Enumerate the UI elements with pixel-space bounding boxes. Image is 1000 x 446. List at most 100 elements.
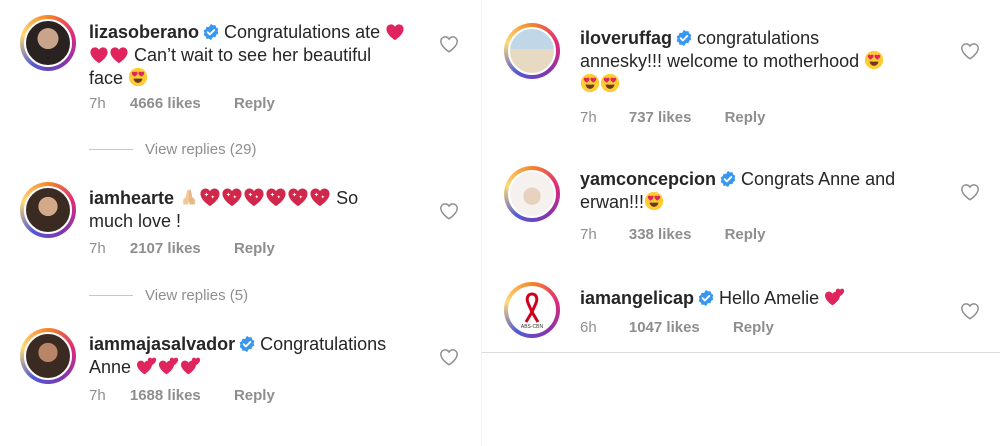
sparkling-heart-emoji [221,187,243,207]
comment-meta: 7h 1688 likes Reply [89,387,275,404]
comment-time: 7h [580,109,597,126]
comment-body-line1: Congrats Anne and [741,169,896,189]
comment-likes[interactable]: 737 likes [629,109,692,126]
heart-eyes-emoji [864,50,884,70]
comment-body-line2: annesky!!! welcome to motherhood [580,51,860,71]
comment-text: lizasoberano Congratulations ate Can’t wa… [89,21,419,90]
sparkling-heart-emoji [309,187,331,207]
left-comment-column: lizasoberano Congratulations ate Can’t wa… [0,0,480,446]
comment-text: iamhearte So much love ! [89,187,419,233]
heart-eyes-emoji [600,73,620,93]
comment-username[interactable]: yamconcepcion [580,169,716,189]
reply-button[interactable]: Reply [733,319,774,336]
comment-item: iloveruffag congratulations annesky!!! we… [484,0,1000,150]
comment-body-line2: much love ! [89,211,182,231]
comment-username[interactable]: iamhearte [89,188,174,208]
comment-time: 7h [580,226,597,243]
reply-button[interactable]: Reply [234,387,275,404]
comment-meta: 7h 4666 likes Reply [89,95,275,112]
comment-text: iamangelicap Hello Amelie [580,287,940,310]
heart-eyes-emoji [580,73,600,93]
comment-item: ABS-CBN iamangelicap Hello Amelie 6h 1047… [484,270,1000,352]
comment-meta: 7h 2107 likes Reply [89,240,275,257]
reply-button[interactable]: Reply [234,95,275,112]
comment-body-line1: congratulations [697,28,820,48]
sparkling-heart-emoji [265,187,287,207]
avatar[interactable]: ABS-CBN [504,282,560,338]
comment-item: lizasoberano Congratulations ate Can’t wa… [0,0,480,170]
red-heart-emoji [89,46,109,64]
like-heart-outline-icon[interactable] [439,202,459,220]
two-hearts-emoji [824,287,846,307]
red-heart-emoji [109,46,129,64]
comment-meta: 6h 1047 likes Reply [580,319,774,336]
comment-body-line2: Can’t wait to see her beautiful [134,45,372,65]
avatar[interactable] [504,166,560,222]
verified-badge-icon [719,170,737,188]
sparkling-heart-emoji [287,187,309,207]
comment-username[interactable]: iammajasalvador [89,334,235,354]
comment-likes[interactable]: 1047 likes [629,319,700,336]
comment-item: iamhearte So much love ! 7h 2107 likes R… [0,170,480,310]
two-hearts-emoji [158,356,180,376]
comment-time: 7h [89,240,106,257]
avatar[interactable] [20,328,76,384]
verified-badge-icon [202,23,220,41]
comment-body-line1: Congratulations [260,334,387,354]
two-hearts-emoji [180,356,202,376]
comment-meta: 7h 338 likes Reply [580,226,765,243]
view-replies-line [89,295,133,296]
reply-button[interactable]: Reply [725,109,766,126]
verified-badge-icon [675,29,693,47]
two-hearts-emoji [136,356,158,376]
abs-cbn-logo-icon: ABS-CBN [521,292,544,330]
comment-item: yamconcepcion Congrats Anne and erwan!!! … [484,150,1000,270]
comment-username[interactable]: iloveruffag [580,28,672,48]
reply-button[interactable]: Reply [234,240,275,257]
comment-body-line1: So [336,188,359,208]
avatar-logo-text: ABS-CBN [521,324,544,330]
heart-eyes-emoji [644,191,664,211]
view-replies-line [89,149,133,150]
reply-button[interactable]: Reply [725,226,766,243]
comment-body-line1: Hello Amelie [719,288,820,308]
comment-meta: 7h 737 likes Reply [580,109,765,126]
right-comment-column: iloveruffag congratulations annesky!!! we… [484,0,1000,446]
comment-username[interactable]: lizasoberano [89,22,199,42]
heart-eyes-emoji [128,67,148,87]
comment-body-line3: face [89,68,124,88]
comment-text: iloveruffag congratulations annesky!!! we… [580,27,940,96]
avatar[interactable] [20,15,76,71]
comment-likes[interactable]: 4666 likes [130,95,201,112]
comment-username[interactable]: iamangelicap [580,288,694,308]
like-heart-outline-icon[interactable] [960,183,980,201]
comment-time: 6h [580,319,597,336]
comment-time: 7h [89,95,106,112]
sparkling-heart-emoji [199,187,221,207]
view-replies-button[interactable]: View replies (5) [145,287,248,304]
comment-time: 7h [89,387,106,404]
verified-badge-icon [697,289,715,307]
comment-body-line2: erwan!!! [580,192,645,212]
comment-text: yamconcepcion Congrats Anne and erwan!!! [580,168,940,214]
comment-body-line1: Congratulations ate [224,22,381,42]
like-heart-outline-icon[interactable] [960,42,980,60]
view-replies-button[interactable]: View replies (29) [145,141,256,158]
section-divider [482,352,1000,353]
folded-hands-emoji [179,187,199,207]
like-heart-outline-icon[interactable] [439,35,459,53]
like-heart-outline-icon[interactable] [439,348,459,366]
avatar[interactable] [504,23,560,79]
comment-body-line2: Anne [89,357,132,377]
comment-likes[interactable]: 2107 likes [130,240,201,257]
comment-likes[interactable]: 1688 likes [130,387,201,404]
column-separator [481,0,482,446]
sparkling-heart-emoji [243,187,265,207]
like-heart-outline-icon[interactable] [960,302,980,320]
comment-item: iammajasalvador Congratulations Anne 7h 1… [0,316,480,446]
verified-badge-icon [238,335,256,353]
comment-likes[interactable]: 338 likes [629,226,692,243]
avatar[interactable] [20,182,76,238]
comment-text: iammajasalvador Congratulations Anne [89,333,419,379]
red-heart-emoji [385,23,405,41]
